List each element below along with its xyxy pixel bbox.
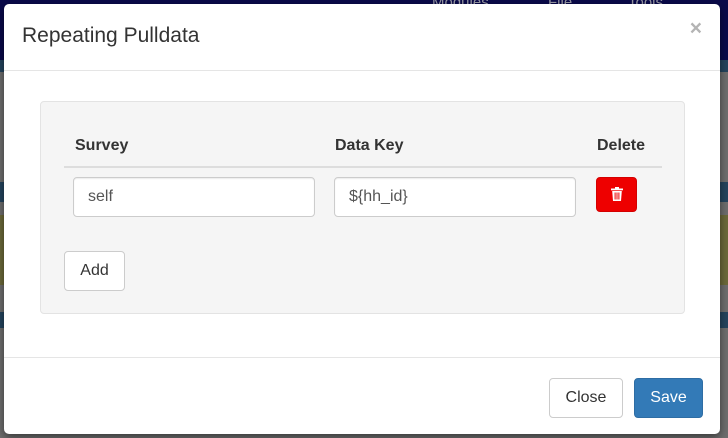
trash-icon [611,187,623,201]
dialog-footer: Close Save [4,357,720,435]
dialog-title: Repeating Pulldata [22,24,200,47]
pulldata-panel: Survey Data Key Delete Add [40,101,685,314]
save-button[interactable]: Save [634,378,703,418]
table-header-divider [64,166,662,168]
close-button[interactable]: Close [549,378,623,418]
add-row-button[interactable]: Add [64,251,125,291]
column-header-data-key: Data Key [335,137,404,154]
data-key-input[interactable] [334,177,576,217]
survey-input[interactable] [73,177,315,217]
repeating-pulldata-dialog: Repeating Pulldata × Survey Data Key Del… [4,4,720,434]
delete-row-button[interactable] [596,177,637,212]
dialog-header: Repeating Pulldata × [4,4,720,71]
close-icon[interactable]: × [690,18,702,39]
column-header-delete: Delete [597,137,646,154]
column-header-survey: Survey [75,137,129,154]
